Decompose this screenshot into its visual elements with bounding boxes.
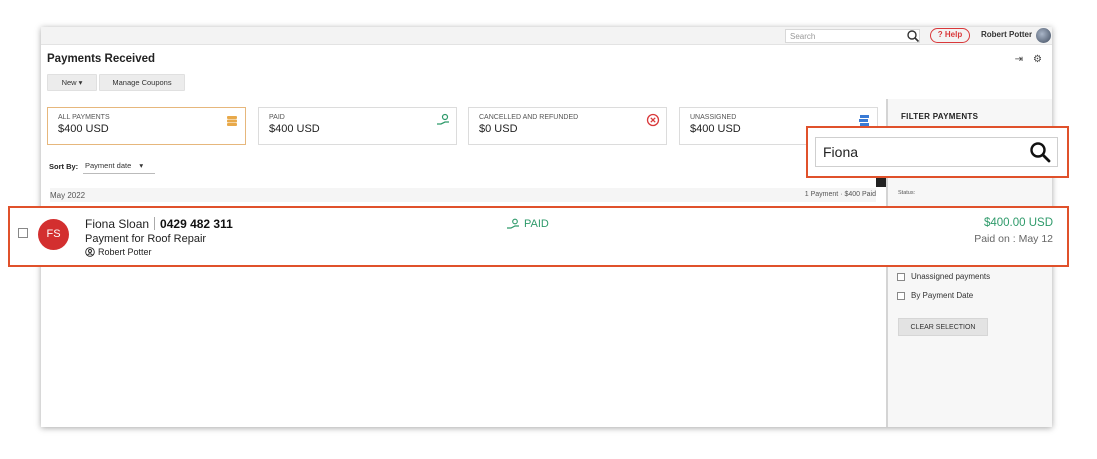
payment-description: Payment for Roof Repair: [85, 233, 207, 245]
payer-name[interactable]: Fiona Sloan: [85, 217, 149, 231]
filter-option-unassigned[interactable]: Unassigned payments: [897, 272, 990, 281]
page-actions: ⇥ ⚙: [1015, 54, 1042, 65]
user-circle-icon: [85, 247, 95, 257]
option-label: By Payment Date: [911, 291, 974, 300]
search-icon[interactable]: [1029, 141, 1051, 163]
sort-selected-value: Payment date: [85, 161, 132, 170]
chevron-down-icon: ▾: [139, 161, 144, 170]
gear-icon[interactable]: ⚙: [1033, 54, 1042, 65]
payment-row[interactable]: FS Fiona Sloan 0429 482 311 Payment for R…: [8, 206, 1069, 267]
export-icon[interactable]: ⇥: [1015, 54, 1023, 65]
status-badge: PAID: [506, 218, 549, 230]
row-checkbox[interactable]: [18, 228, 28, 238]
summary-card-all-payments[interactable]: ALL PAYMENTS $400 USD: [47, 107, 246, 145]
filter-search-callout: Fiona: [806, 126, 1069, 178]
card-label: CANCELLED AND REFUNDED: [479, 114, 579, 121]
summary-card-paid[interactable]: PAID $400 USD: [258, 107, 457, 145]
global-search-input[interactable]: Search: [785, 29, 920, 43]
panel-toggle-handle[interactable]: [876, 177, 886, 187]
payment-paid-on: Paid on : May 12: [974, 233, 1053, 245]
payer-name-line: Fiona Sloan 0429 482 311: [85, 217, 233, 231]
search-icon[interactable]: [906, 29, 920, 43]
card-label: PAID: [269, 114, 285, 121]
screen: Search ? Help Robert Potter Payments Rec…: [0, 0, 1097, 459]
user-avatar[interactable]: [1036, 28, 1051, 43]
group-header: [50, 188, 876, 202]
card-label: ALL PAYMENTS: [58, 114, 110, 121]
user-name[interactable]: Robert Potter: [981, 30, 1032, 39]
card-label: UNASSIGNED: [690, 114, 737, 121]
money-hand-icon: [507, 218, 519, 229]
clear-selection-button[interactable]: CLEAR SELECTION: [898, 318, 988, 336]
checkbox[interactable]: [897, 291, 905, 300]
card-value: $400 USD: [269, 123, 320, 135]
payment-amount: $400.00 USD: [983, 217, 1053, 229]
status-label: Status:: [898, 190, 916, 196]
manage-coupons-button[interactable]: Manage Coupons: [99, 74, 185, 91]
status-text: PAID: [524, 218, 549, 230]
stack-icon: [859, 115, 869, 126]
avatar: FS: [38, 219, 69, 250]
card-value: $0 USD: [479, 123, 518, 135]
summary-card-cancelled-refunded[interactable]: CANCELLED AND REFUNDED $0 USD: [468, 107, 667, 145]
coins-icon: [227, 116, 237, 126]
sort-select[interactable]: Payment date ▾: [83, 159, 155, 174]
filter-title: FILTER PAYMENTS: [901, 112, 979, 121]
help-button[interactable]: ? Help: [930, 28, 970, 43]
divider: [154, 217, 156, 230]
page-title: Payments Received: [47, 53, 156, 65]
group-summary: 1 Payment · $400 Paid: [804, 191, 876, 198]
filter-option-by-payment-date[interactable]: By Payment Date: [897, 291, 973, 300]
payer-phone: 0429 482 311: [160, 217, 233, 231]
top-bar: Search ? Help Robert Potter: [41, 27, 1052, 45]
card-value: $400 USD: [58, 123, 109, 135]
cancel-circle-icon: [646, 113, 660, 127]
filter-search-value: Fiona: [823, 144, 859, 160]
sort-label: Sort By:: [49, 162, 79, 171]
owner-name: Robert Potter: [98, 247, 152, 257]
money-hand-icon: [437, 113, 449, 125]
group-month: May 2022: [50, 191, 86, 200]
checkbox[interactable]: [897, 272, 905, 281]
filter-search-input[interactable]: Fiona: [815, 137, 1058, 167]
new-button[interactable]: New ▾: [47, 74, 97, 91]
option-label: Unassigned payments: [911, 272, 991, 281]
payment-owner: Robert Potter: [85, 247, 152, 257]
